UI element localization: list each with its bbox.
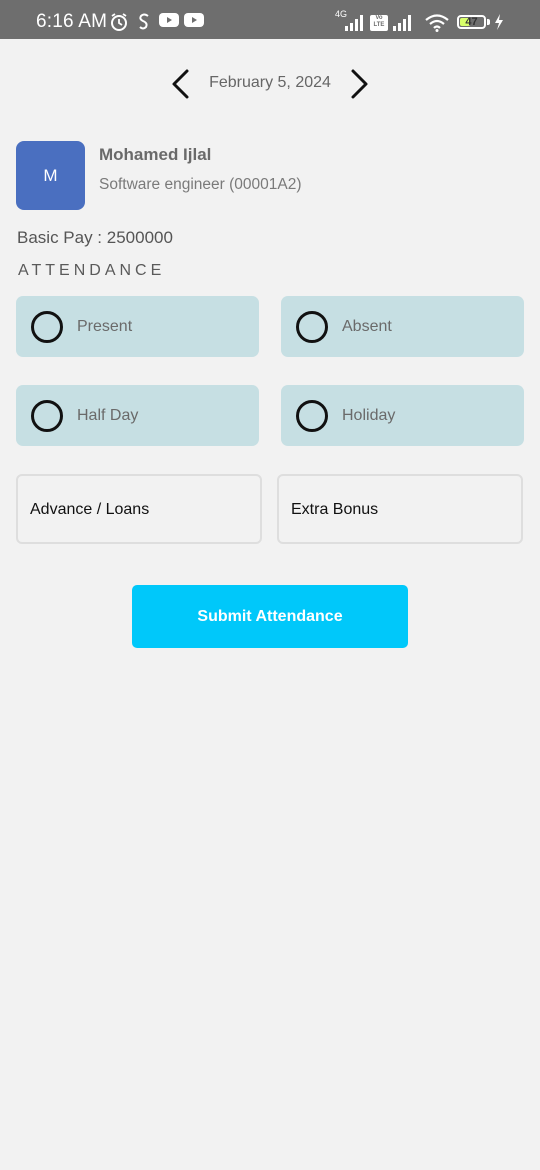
advance-loans-field[interactable]: Advance / Loans bbox=[16, 474, 262, 544]
chevron-right-icon[interactable] bbox=[344, 68, 374, 100]
current-date: February 5, 2024 bbox=[209, 74, 331, 91]
radio-button[interactable] bbox=[296, 311, 328, 343]
option-label: Half Day bbox=[77, 407, 139, 424]
youtube-icon bbox=[159, 12, 179, 33]
alarm-icon bbox=[109, 12, 129, 37]
date-navigation: February 5, 2024 bbox=[0, 66, 540, 102]
chevron-left-icon[interactable] bbox=[166, 68, 196, 100]
attendance-option-half-day[interactable]: Half Day bbox=[16, 385, 259, 446]
battery-tip bbox=[487, 19, 490, 25]
attendance-title: ATTENDANCE bbox=[18, 262, 166, 279]
wifi-icon bbox=[424, 12, 450, 37]
avatar-initial: M bbox=[43, 165, 58, 185]
submit-attendance-button[interactable]: Submit Attendance bbox=[132, 585, 408, 648]
status-bar: 6:16 AM 4G Vo LTE 47 bbox=[0, 0, 540, 39]
volte-badge: Vo LTE bbox=[370, 15, 388, 31]
option-label: Absent bbox=[342, 318, 392, 335]
employee-name: Mohamed Ijlal bbox=[99, 145, 212, 164]
attendance-option-absent[interactable]: Absent bbox=[281, 296, 524, 357]
extra-bonus-placeholder: Extra Bonus bbox=[291, 501, 379, 518]
battery-icon: 47 bbox=[457, 15, 486, 29]
radio-button[interactable] bbox=[31, 311, 63, 343]
option-label: Holiday bbox=[342, 407, 396, 424]
radio-button[interactable] bbox=[31, 400, 63, 432]
charging-icon bbox=[494, 14, 504, 35]
signal-icon bbox=[344, 12, 366, 37]
youtube-icon bbox=[184, 12, 204, 33]
status-time: 6:16 AM bbox=[36, 11, 108, 32]
avatar: M bbox=[16, 141, 85, 210]
basic-pay: Basic Pay : 2500000 bbox=[17, 228, 173, 247]
extra-bonus-field[interactable]: Extra Bonus bbox=[277, 474, 523, 544]
radio-button[interactable] bbox=[296, 400, 328, 432]
advance-loans-placeholder: Advance / Loans bbox=[30, 501, 150, 518]
attendance-option-present[interactable]: Present bbox=[16, 296, 259, 357]
app-icon bbox=[137, 12, 151, 37]
attendance-option-holiday[interactable]: Holiday bbox=[281, 385, 524, 446]
employee-role: Software engineer (00001A2) bbox=[99, 176, 302, 193]
battery-percent: 47 bbox=[465, 16, 478, 28]
signal-icon bbox=[392, 12, 416, 37]
option-label: Present bbox=[77, 318, 133, 335]
